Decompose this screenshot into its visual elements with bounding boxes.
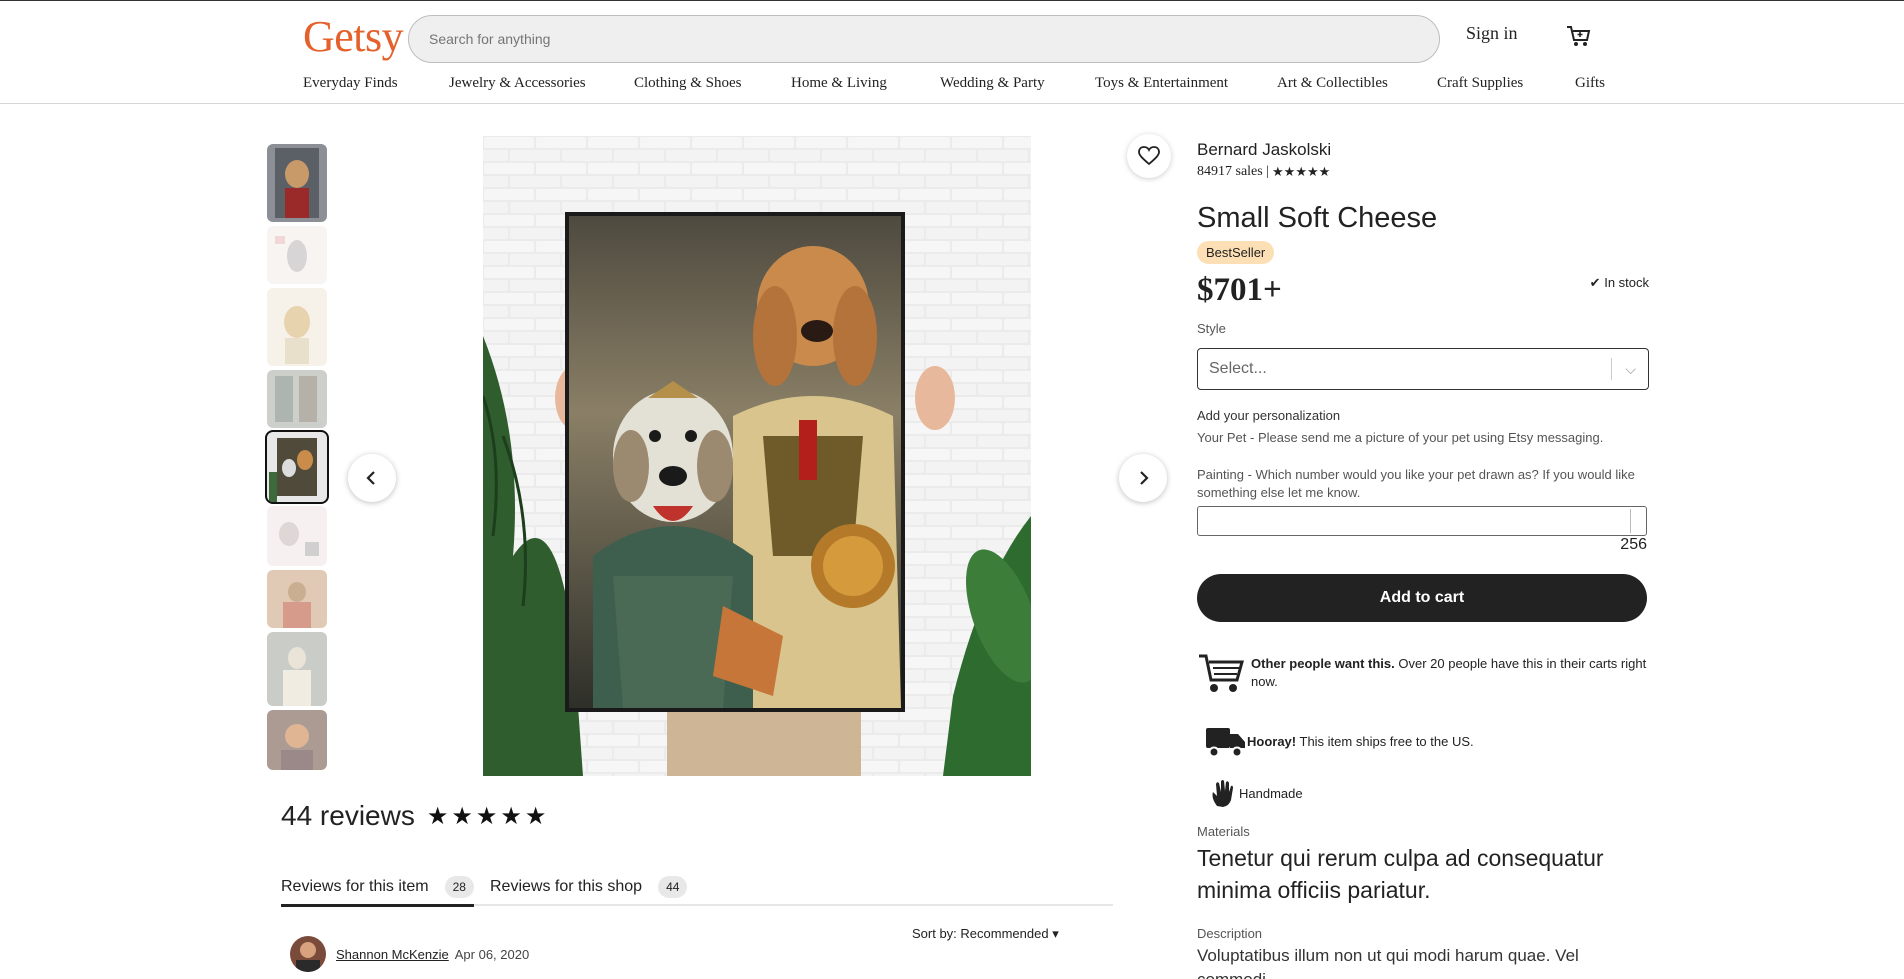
category-nav: Everyday Finds Jewelry & Accessories Clo… xyxy=(303,75,1605,92)
rating-stars: ★★★★★ xyxy=(1272,164,1331,179)
product-title: Small Soft Cheese xyxy=(1197,202,1438,234)
product-main-image xyxy=(483,136,1031,776)
thumbnail-8[interactable] xyxy=(267,632,327,706)
thumbnail-4[interactable] xyxy=(267,370,327,428)
tab-reviews-item-label: Reviews for this item xyxy=(281,878,429,895)
materials-label: Materials xyxy=(1197,824,1250,839)
thumbnail-5[interactable] xyxy=(265,430,329,504)
sales-rating: 84917 sales | ★★★★★ xyxy=(1197,164,1330,180)
shopping-cart-icon xyxy=(1199,654,1244,692)
next-image-button[interactable] xyxy=(1119,454,1167,502)
reviews-tabs: Reviews for this item 28 Reviews for thi… xyxy=(281,870,1113,907)
nav-item-home-living[interactable]: Home & Living xyxy=(791,75,940,92)
thumbnail-1[interactable] xyxy=(267,144,327,222)
select-divider xyxy=(1611,358,1612,380)
nav-item-clothing[interactable]: Clothing & Shoes xyxy=(634,75,791,92)
sort-dropdown[interactable]: Sort by: Recommended ▾ xyxy=(912,926,1059,942)
tab-reviews-shop-count: 44 xyxy=(658,876,688,898)
product-price: $701+ xyxy=(1197,272,1282,308)
site-header: Getsy Sign in Everyday Finds Jewelry & A… xyxy=(0,0,1904,104)
nav-item-toys[interactable]: Toys & Entertainment xyxy=(1095,75,1277,92)
truck-icon xyxy=(1206,728,1245,758)
reviews-count: 44 reviews xyxy=(281,800,415,831)
shipping-text: Hooray! This item ships free to the US. xyxy=(1247,734,1474,749)
hand-icon xyxy=(1212,780,1233,807)
tab-reviews-shop[interactable]: Reviews for this shop 44 xyxy=(490,870,688,904)
nav-item-everyday-finds[interactable]: Everyday Finds xyxy=(303,75,449,92)
favorite-button[interactable] xyxy=(1127,134,1171,178)
thumbnail-6[interactable] xyxy=(267,506,327,566)
style-select[interactable]: Select... ⌵ xyxy=(1197,348,1649,390)
avatar[interactable] xyxy=(290,936,326,972)
painting-prompt: Painting - Which number would you like y… xyxy=(1197,467,1635,500)
demand-bold: Other people want this. xyxy=(1251,656,1395,671)
bestseller-badge: BestSeller xyxy=(1197,241,1275,264)
demand-text: Other people want this. Over 20 people h… xyxy=(1251,655,1649,691)
reviews-stars: ★★★★★ xyxy=(426,802,550,830)
char-count: 256 xyxy=(1620,536,1647,553)
stock-label: In stock xyxy=(1604,275,1649,290)
chevron-right-icon xyxy=(1140,471,1149,485)
stock-status: ✔ In stock xyxy=(1590,275,1649,291)
thumbnail-9[interactable] xyxy=(267,710,327,770)
sort-label: Sort by: Recommended xyxy=(912,926,1049,941)
nav-item-craft[interactable]: Craft Supplies xyxy=(1437,75,1575,92)
review-item: Shannon McKenzie Apr 06, 2020 xyxy=(290,936,529,972)
nav-item-wedding[interactable]: Wedding & Party xyxy=(940,75,1095,92)
handmade-label: Handmade xyxy=(1239,785,1303,801)
check-icon: ✔ xyxy=(1589,275,1601,290)
cart-icon[interactable] xyxy=(1566,23,1592,49)
shipping-bold: Hooray! xyxy=(1247,733,1297,749)
shipping-notice: Hooray! This item ships free to the US. xyxy=(1197,724,1474,758)
sales-count: 84917 sales | xyxy=(1197,164,1270,179)
style-label: Style xyxy=(1197,321,1226,336)
personalization-textarea[interactable] xyxy=(1197,506,1647,536)
reviewer-name[interactable]: Shannon McKenzie xyxy=(336,947,449,962)
reviews-header: 44 reviews ★★★★★ xyxy=(281,800,549,832)
chevron-down-icon: ⌵ xyxy=(1625,361,1636,377)
review-date: Apr 06, 2020 xyxy=(454,946,530,962)
nav-item-gifts[interactable]: Gifts xyxy=(1575,75,1605,92)
shipping-detail: This item ships free to the US. xyxy=(1296,733,1474,749)
demand-notice: Other people want this. Over 20 people h… xyxy=(1197,650,1649,696)
resize-handle[interactable] xyxy=(1630,509,1644,533)
tab-reviews-item[interactable]: Reviews for this item 28 xyxy=(281,870,474,907)
shop-name[interactable]: Bernard Jaskolski xyxy=(1197,140,1331,160)
chevron-left-icon xyxy=(366,471,375,485)
sign-in-link[interactable]: Sign in xyxy=(1466,23,1518,44)
description-text: Voluptatibus illum non ut qui modi harum… xyxy=(1197,946,1579,979)
caret-down-icon: ▾ xyxy=(1052,926,1059,941)
add-to-cart-button[interactable]: Add to cart xyxy=(1197,574,1647,622)
nav-item-jewelry[interactable]: Jewelry & Accessories xyxy=(449,75,634,92)
personalization-title: Add your personalization xyxy=(1197,408,1341,423)
tab-reviews-item-count: 28 xyxy=(444,876,474,898)
description-label: Description xyxy=(1197,926,1263,941)
materials-text: Tenetur qui rerum culpa ad consequatur m… xyxy=(1197,845,1604,903)
personalization-description: Your Pet - Please send me a picture of y… xyxy=(1197,430,1604,445)
site-logo[interactable]: Getsy xyxy=(303,11,404,62)
style-select-value: Select... xyxy=(1209,360,1267,377)
search-bar[interactable] xyxy=(408,15,1440,63)
nav-item-art[interactable]: Art & Collectibles xyxy=(1277,75,1437,92)
heart-icon xyxy=(1138,146,1160,166)
thumbnail-7[interactable] xyxy=(267,570,327,628)
thumbnail-3[interactable] xyxy=(267,288,327,366)
thumbnail-2[interactable] xyxy=(267,226,327,284)
tab-reviews-shop-label: Reviews for this shop xyxy=(490,878,643,895)
handmade-notice: Handmade xyxy=(1197,778,1303,808)
search-input[interactable] xyxy=(429,31,1439,47)
prev-image-button[interactable] xyxy=(348,454,396,502)
